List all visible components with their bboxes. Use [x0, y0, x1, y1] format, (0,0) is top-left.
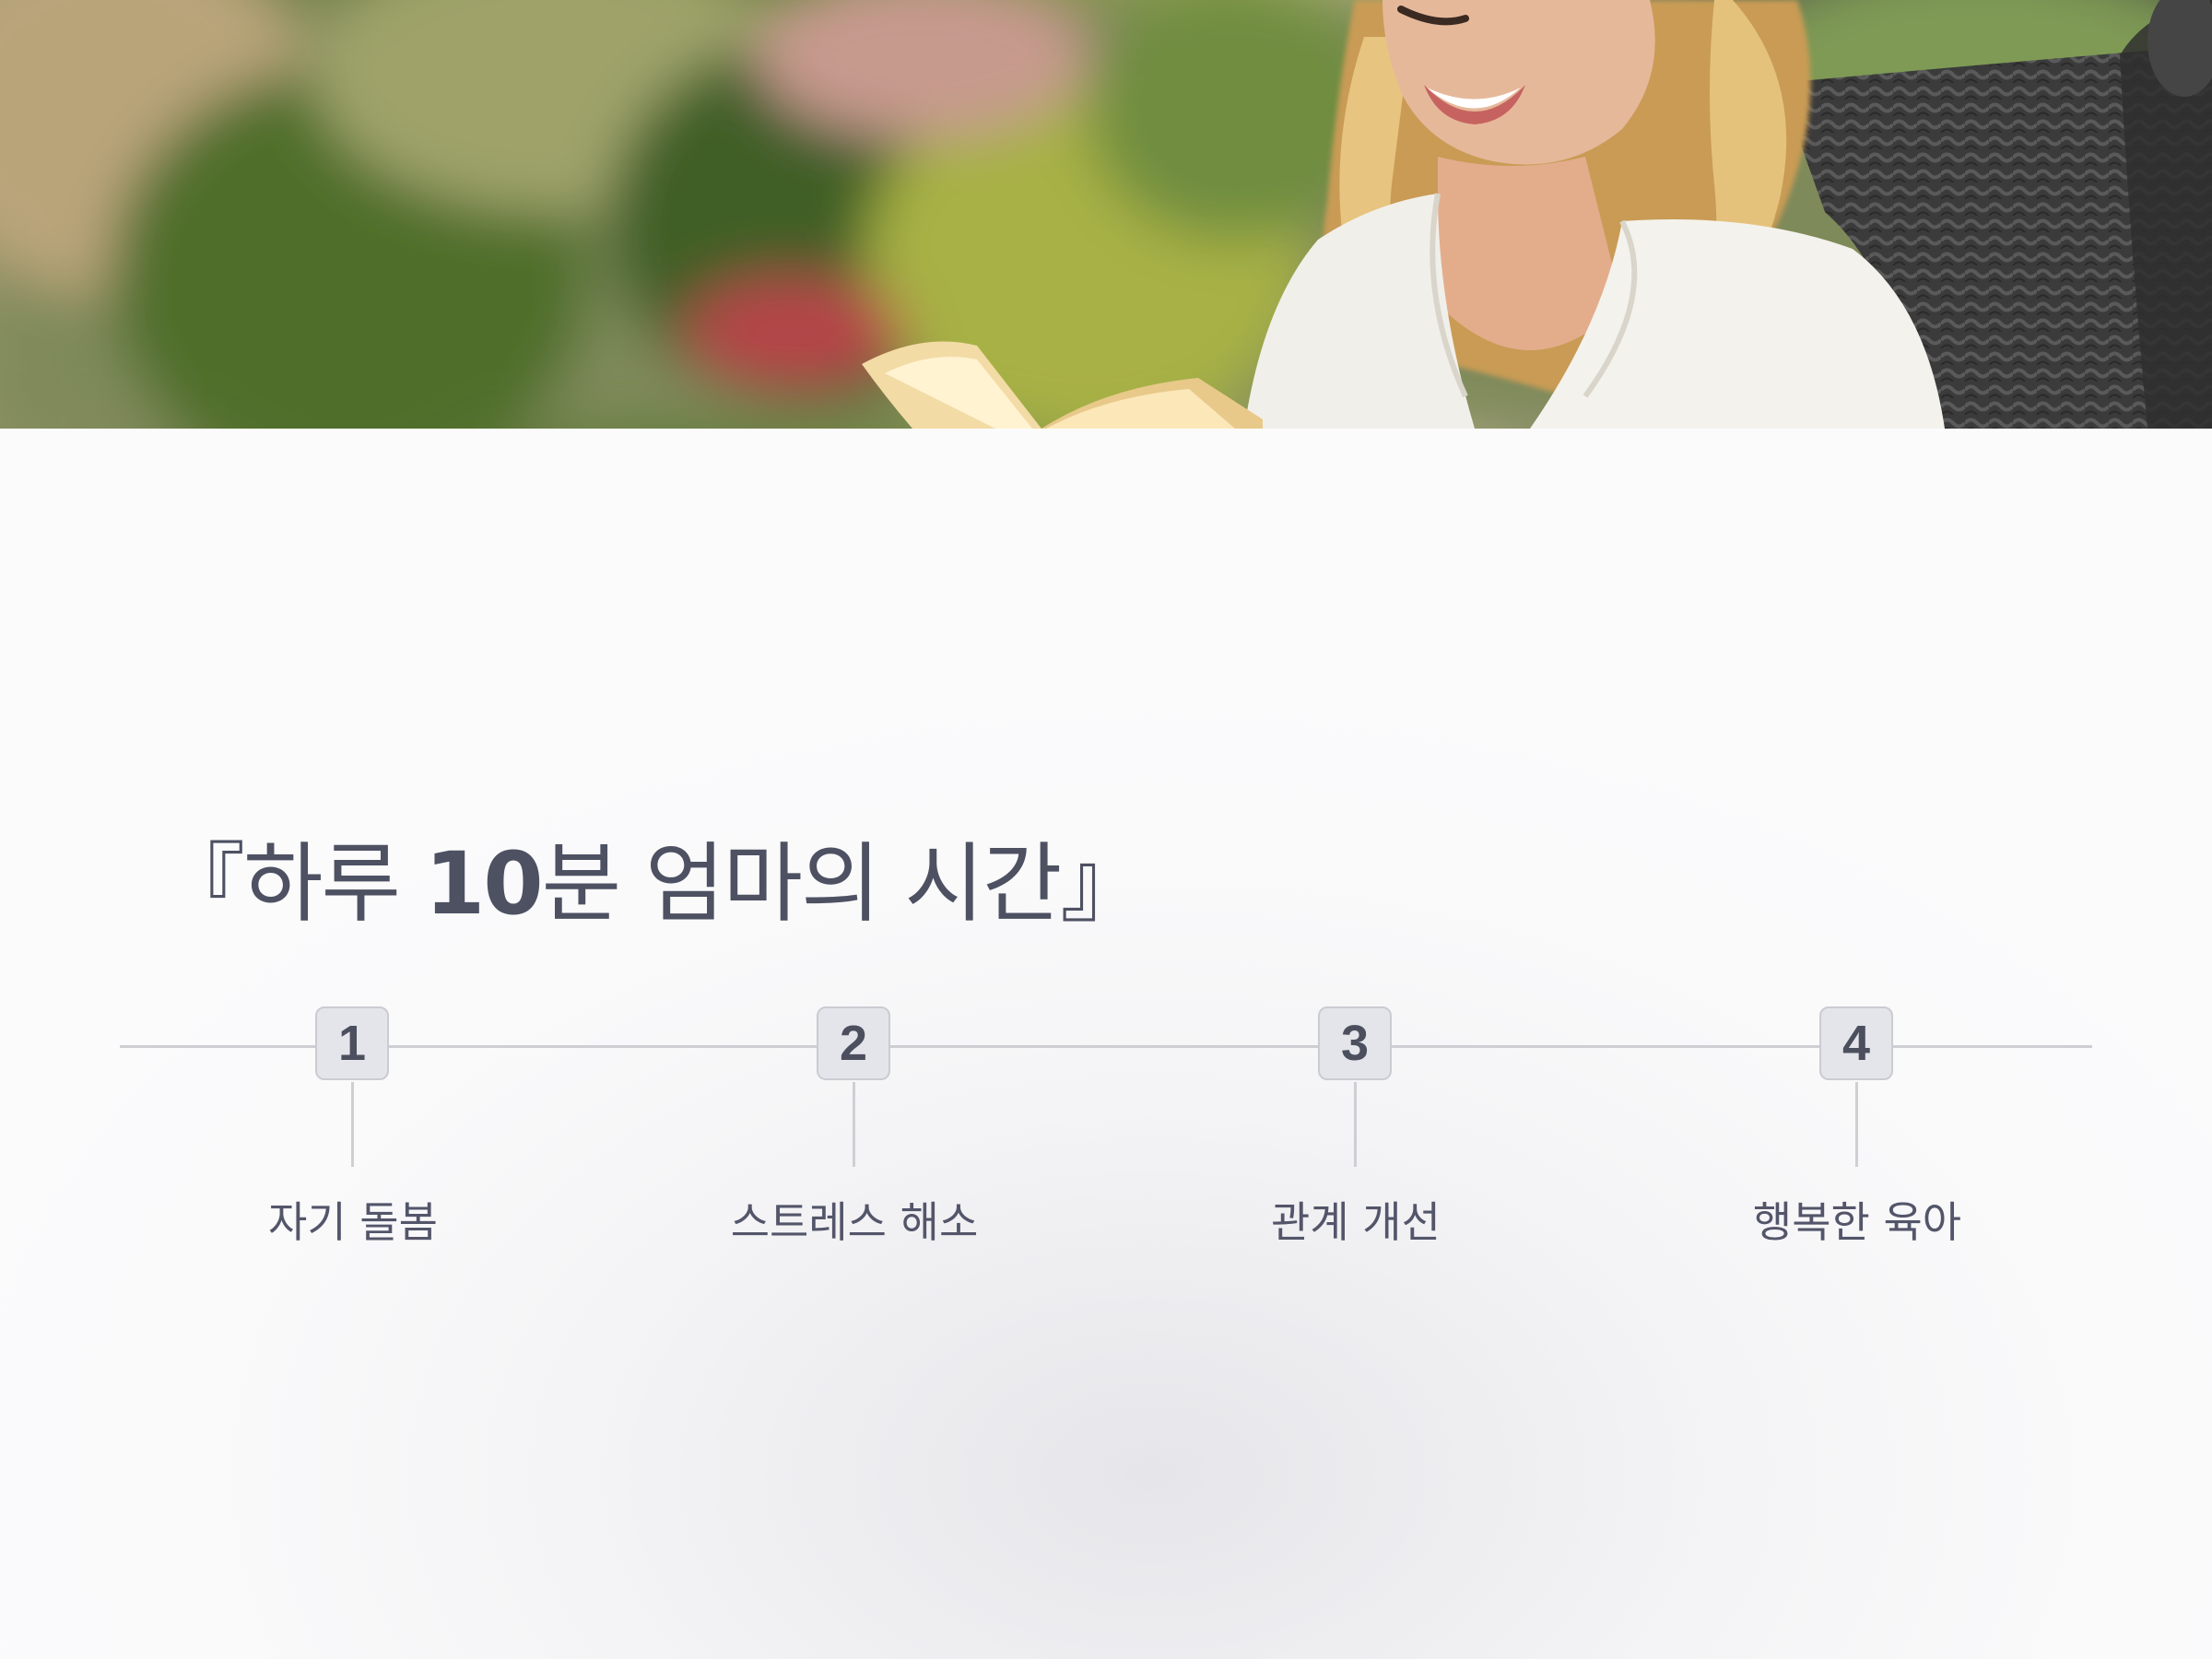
- step-label: 관계 개선: [1271, 1197, 1441, 1247]
- step-number-badge: 3: [1318, 1006, 1392, 1080]
- timeline-step-2: 2: [817, 1006, 892, 1167]
- timeline-step-3: 3: [1318, 1006, 1394, 1167]
- timeline-step-1: 1: [315, 1006, 391, 1167]
- step-connector: [1855, 1082, 1858, 1167]
- step-connector: [1354, 1082, 1357, 1167]
- timeline-step-4: 4: [1819, 1006, 1895, 1167]
- step-label: 자기 돌봄: [268, 1197, 438, 1247]
- title-suffix: 분 엄마의 시간: [541, 834, 1063, 935]
- page-title: 『하루 10분 엄마의 시간』: [159, 830, 1147, 940]
- step-label: 행복한 육아: [1752, 1197, 1962, 1247]
- step-label: 스트레스 해소: [730, 1197, 979, 1247]
- step-number-badge: 4: [1819, 1006, 1893, 1080]
- title-prefix: 하루: [243, 834, 425, 935]
- title-number: 10: [424, 834, 544, 935]
- step-number-badge: 2: [817, 1006, 890, 1080]
- hero-photo: [0, 0, 2212, 429]
- step-connector: [351, 1082, 354, 1167]
- step-connector: [853, 1082, 855, 1167]
- step-number-badge: 1: [315, 1006, 389, 1080]
- timeline-line: [120, 1045, 2092, 1048]
- title-close-bracket: 』: [1060, 834, 1147, 935]
- hero-photo-illustration: [0, 0, 2212, 429]
- title-open-bracket: 『: [159, 834, 245, 935]
- slide: 『하루 10분 엄마의 시간』 1 자기 돌봄 2 스트레스 해소 3 관계 개…: [0, 0, 2212, 1659]
